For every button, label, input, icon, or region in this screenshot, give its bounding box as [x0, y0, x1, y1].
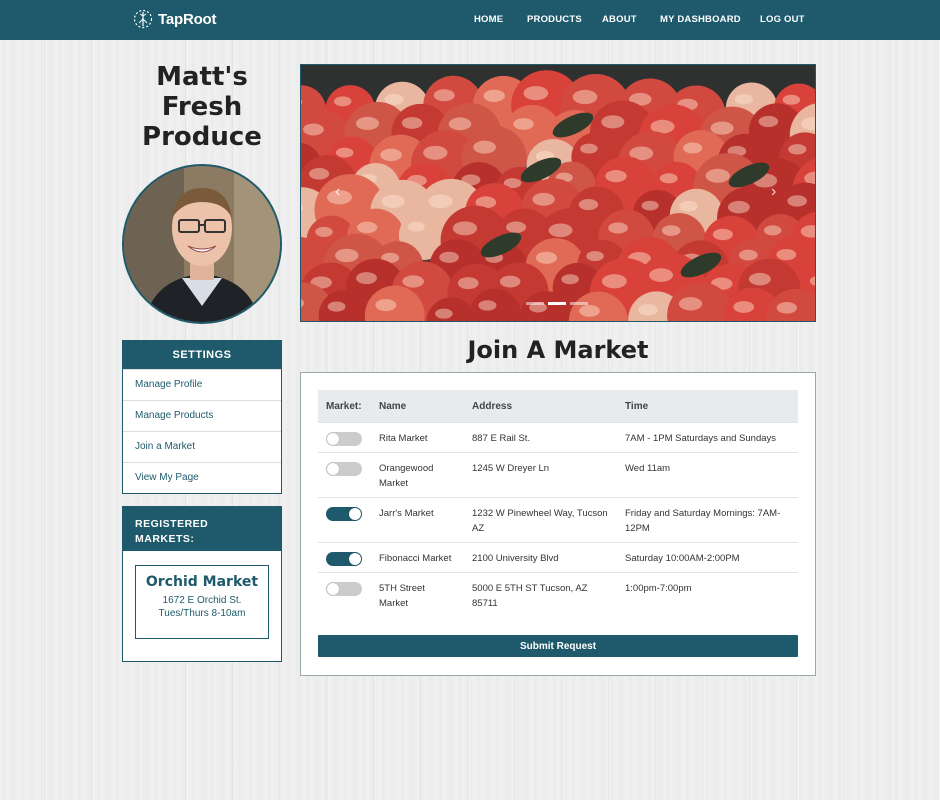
settings-title: SETTINGS	[123, 341, 281, 369]
registered-market-card: Orchid Market 1672 E Orchid St. Tues/Thu…	[135, 565, 269, 639]
market-join-toggle[interactable]	[326, 582, 362, 596]
market-name: Rita Market	[371, 422, 464, 453]
column-header-market: Market:	[318, 390, 371, 423]
brand-name: TapRoot	[158, 10, 217, 28]
market-address: 2100 University Blvd	[464, 542, 617, 573]
market-row: Jarr's Market 1232 W Pinewheel Way, Tucso…	[318, 497, 798, 543]
settings-manage-profile-link[interactable]: Manage Profile	[123, 369, 281, 400]
market-address: 1232 W Pinewheel Way, Tucson AZ	[464, 497, 617, 543]
carousel-indicator[interactable]	[526, 302, 544, 305]
market-row: Fibonacci Market 2100 University Blvd Satu…	[318, 542, 798, 573]
market-row: Orangewood Market 1245 W Dreyer Ln Wed 11a…	[318, 452, 798, 498]
vendor-avatar	[122, 164, 282, 324]
settings-manage-products-link[interactable]: Manage Products	[123, 400, 281, 431]
market-toggle-cell	[318, 452, 371, 498]
market-time: 1:00pm-7:00pm	[617, 572, 798, 617]
apples-slide-image	[301, 65, 815, 321]
settings-join-market-link[interactable]: Join a Market	[123, 431, 281, 462]
market-card-name: Orchid Market	[145, 574, 259, 590]
market-join-toggle[interactable]	[326, 432, 362, 446]
profile-photo-illustration	[124, 166, 280, 322]
nav-products[interactable]: PRODUCTS	[527, 14, 582, 25]
toggle-knob	[349, 508, 361, 520]
toggle-knob	[327, 583, 339, 595]
market-toggle-cell	[318, 497, 371, 543]
hero-carousel[interactable]: ‹ ›	[300, 64, 816, 322]
toggle-knob	[327, 433, 339, 445]
market-row: Rita Market 887 E Rail St. 7AM - 1PM Satur…	[318, 422, 798, 453]
markets-table: Market: Name Address Time Rita Market 887…	[318, 390, 798, 617]
column-header-name: Name	[371, 390, 464, 423]
toggle-knob	[349, 553, 361, 565]
market-card-address: 1672 E Orchid St.	[162, 595, 242, 606]
carousel-indicator[interactable]	[548, 302, 566, 305]
top-navbar: TapRoot HOME PRODUCTS ABOUT MY DASHBOARD…	[0, 0, 940, 40]
market-card-schedule: Tues/Thurs 8-10am	[158, 608, 246, 619]
join-market-title: Join A Market	[467, 336, 649, 364]
carousel-next-icon[interactable]: ›	[771, 183, 776, 201]
nav-log-out[interactable]: LOG OUT	[760, 14, 805, 25]
market-toggle-cell	[318, 572, 371, 617]
market-join-toggle[interactable]	[326, 552, 362, 566]
market-time: Saturday 10:00AM-2:00PM	[617, 542, 798, 573]
carousel-indicator[interactable]	[570, 302, 588, 305]
market-address: 1245 W Dreyer Ln	[464, 452, 617, 498]
brand-logo-link[interactable]: TapRoot	[133, 9, 217, 29]
carousel-indicators	[526, 302, 588, 305]
toggle-knob	[327, 463, 339, 475]
submit-request-button[interactable]: Submit Request	[318, 635, 798, 657]
vendor-name: Matt's Fresh Produce	[142, 62, 262, 152]
nav-about[interactable]: ABOUT	[602, 14, 637, 25]
nav-my-dashboard[interactable]: MY DASHBOARD	[660, 14, 741, 25]
market-name: Orangewood Market	[371, 452, 464, 498]
market-join-toggle[interactable]	[326, 507, 362, 521]
registered-markets-title: REGISTERED MARKETS:	[123, 507, 281, 551]
market-toggle-cell	[318, 422, 371, 453]
market-time: 7AM - 1PM Saturdays and Sundays	[617, 422, 798, 453]
settings-panel: SETTINGS Manage Profile Manage Products …	[122, 340, 282, 494]
market-name: Jarr's Market	[371, 497, 464, 543]
registered-markets-panel: REGISTERED MARKETS: Orchid Market 1672 E…	[122, 506, 282, 662]
market-name: Fibonacci Market	[371, 542, 464, 573]
markets-table-header: Market: Name Address Time	[318, 390, 798, 423]
nav-home[interactable]: HOME	[474, 14, 503, 25]
column-header-time: Time	[617, 390, 798, 423]
join-market-card: Market: Name Address Time Rita Market 887…	[300, 372, 816, 676]
market-time: Wed 11am	[617, 452, 798, 498]
column-header-address: Address	[464, 390, 617, 423]
market-toggle-cell	[318, 542, 371, 573]
taproot-logo-icon	[133, 9, 153, 29]
market-row: 5TH Street Market 5000 E 5TH ST Tucson, A…	[318, 572, 798, 617]
market-name: 5TH Street Market	[371, 572, 464, 617]
market-join-toggle[interactable]	[326, 462, 362, 476]
market-address: 5000 E 5TH ST Tucson, AZ 85711	[464, 572, 617, 617]
settings-view-my-page-link[interactable]: View My Page	[123, 462, 281, 493]
market-time: Friday and Saturday Mornings: 7AM-12PM	[617, 497, 798, 543]
carousel-prev-icon[interactable]: ‹	[335, 183, 340, 201]
market-address: 887 E Rail St.	[464, 422, 617, 453]
